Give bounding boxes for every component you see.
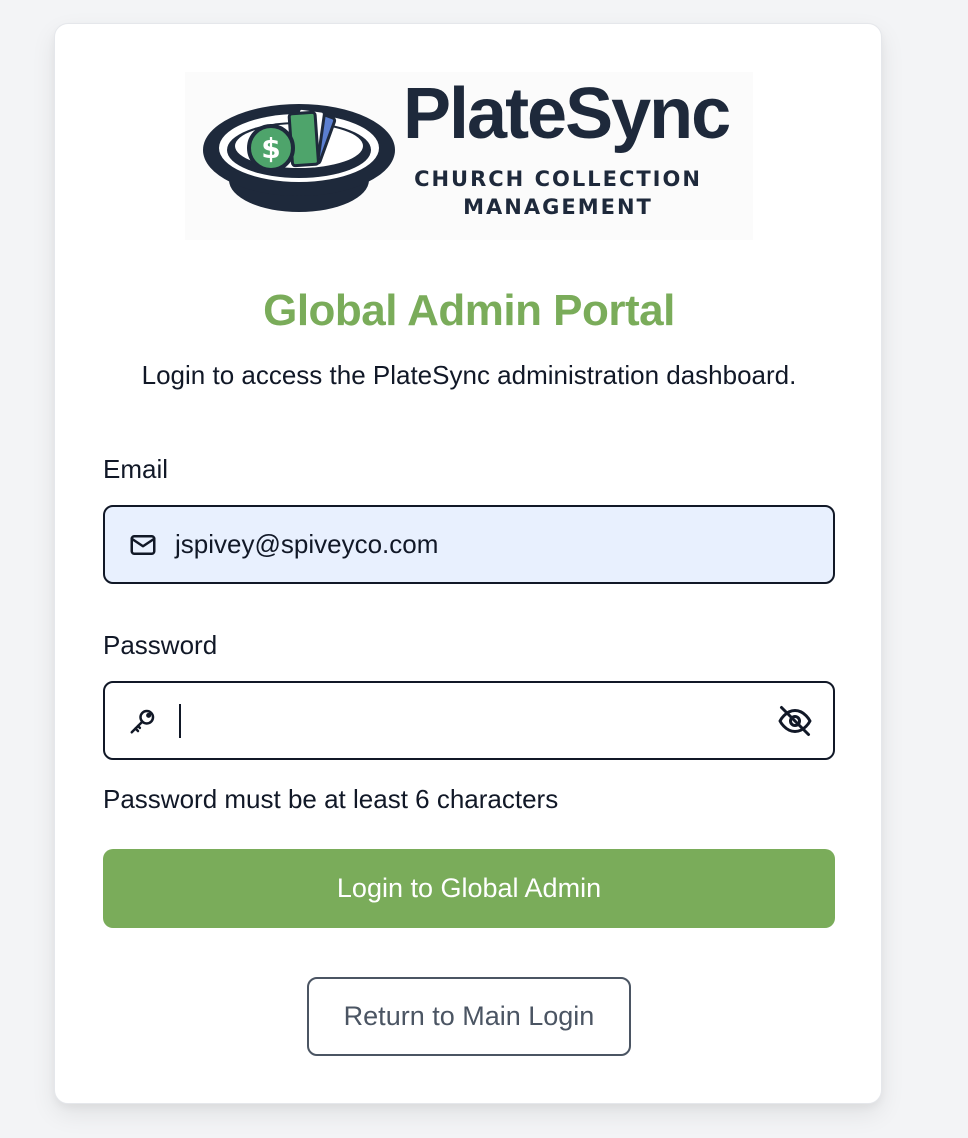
mail-icon xyxy=(127,529,159,561)
email-field[interactable]: jspivey@spiveyco.com xyxy=(103,505,835,584)
login-global-admin-button[interactable]: Login to Global Admin xyxy=(103,849,835,928)
page-title: Global Admin Portal xyxy=(263,286,675,335)
brand-name: PlateSync xyxy=(403,74,731,154)
return-main-login-button[interactable]: Return to Main Login xyxy=(307,977,631,1056)
email-input-value[interactable]: jspivey@spiveyco.com xyxy=(175,529,438,560)
brand-tagline-line2: MANAGEMENT xyxy=(463,195,653,219)
password-field[interactable] xyxy=(103,681,835,760)
email-label: Email xyxy=(103,454,169,484)
page-subtitle: Login to access the PlateSync administra… xyxy=(141,360,797,390)
brand-tagline-line1: CHURCH COLLECTION xyxy=(414,167,702,191)
collection-plate-icon: $ xyxy=(203,104,395,212)
password-hint: Password must be at least 6 characters xyxy=(103,784,559,814)
text-cursor xyxy=(179,703,181,738)
svg-text:$: $ xyxy=(261,132,280,165)
password-label: Password xyxy=(103,630,218,660)
login-card: $ PlateSync CHURCH COLLECTION MANAGEMENT… xyxy=(54,23,882,1104)
eye-off-icon[interactable] xyxy=(777,703,813,739)
key-icon xyxy=(127,705,159,737)
platesync-logo: $ PlateSync CHURCH COLLECTION MANAGEMENT xyxy=(185,72,753,240)
